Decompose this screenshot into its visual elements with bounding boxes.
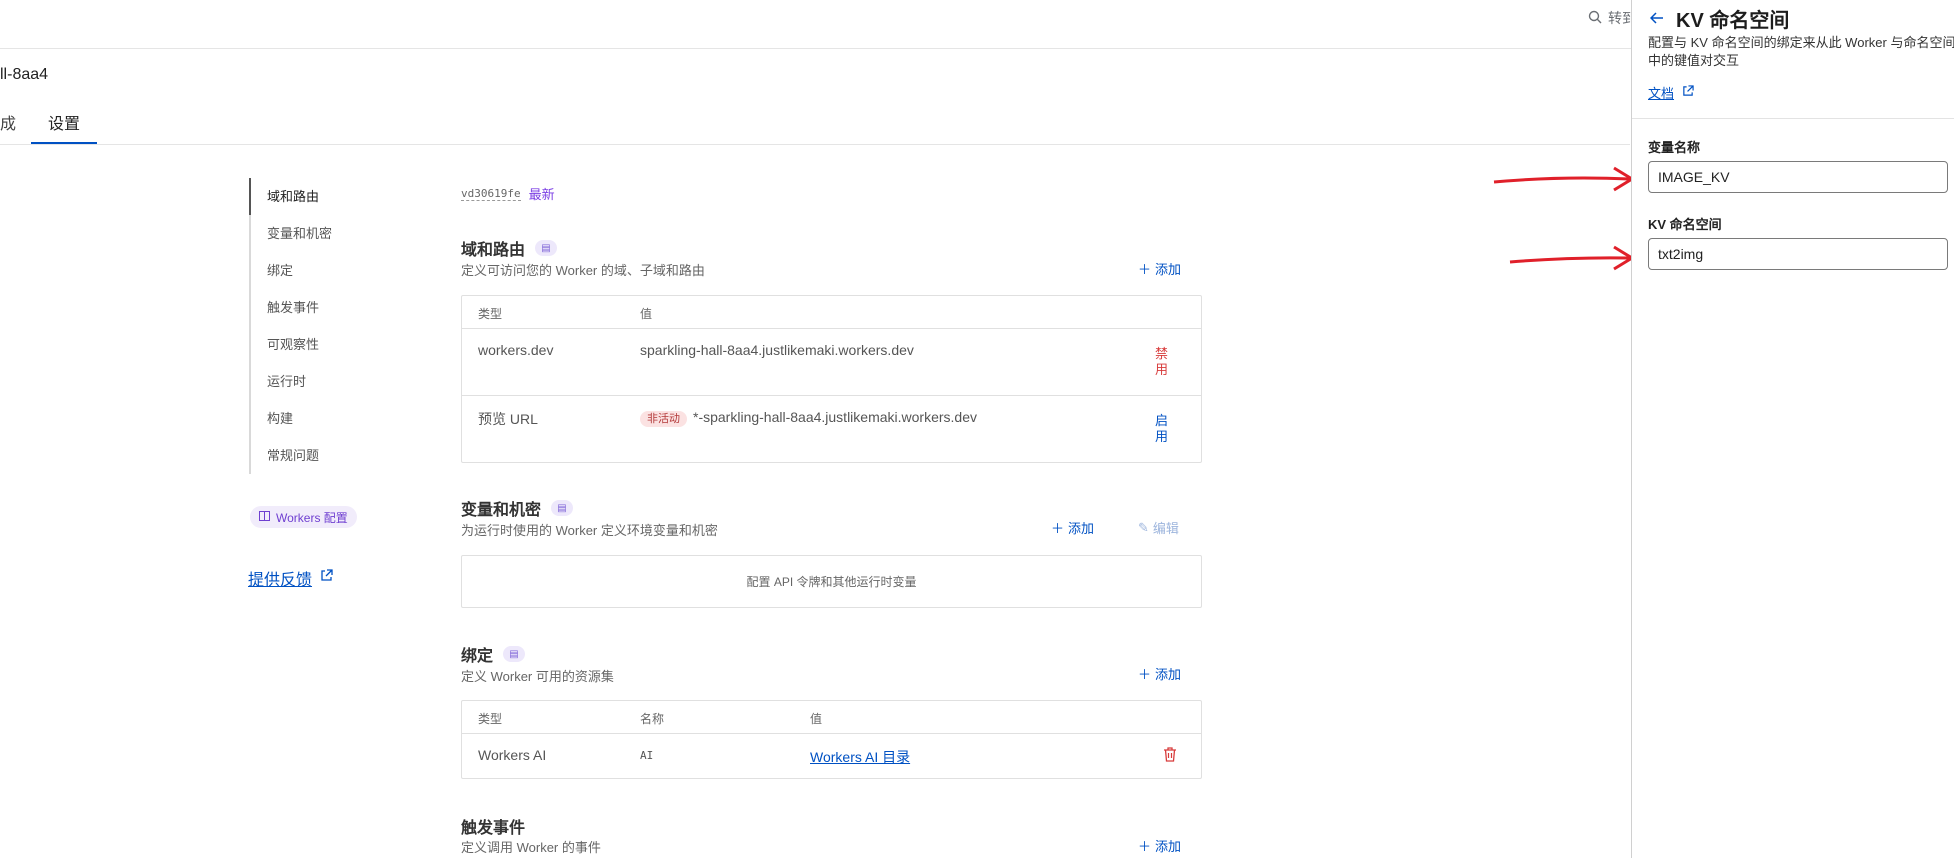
sidenav-active-indicator — [249, 178, 251, 215]
worker-name: ll-8aa4 — [0, 66, 49, 83]
sidenav-item-faq[interactable]: 常规问题 — [267, 437, 387, 474]
feedback-label: 提供反馈 — [248, 572, 313, 589]
row-value-wrap: 非活动 *-sparkling-hall-8aa4.justlikemaki.wo… — [640, 409, 977, 427]
domains-add-label: 添加 — [1155, 262, 1182, 277]
sidenav-item-bindings[interactable]: 绑定 — [267, 252, 387, 289]
trash-icon[interactable] — [1163, 747, 1177, 765]
workers-config-label: Workers 配置 — [276, 510, 348, 525]
disable-button[interactable]: 禁用 — [1155, 346, 1171, 378]
bindings-add-button[interactable]: ＋ 添加 — [1138, 664, 1181, 683]
triggers-add-label: 添加 — [1155, 839, 1182, 854]
settings-sidenav: 域和路由 变量和机密 绑定 触发事件 可观察性 运行时 构建 常规问题 — [249, 178, 387, 474]
table-header: 类型 值 — [462, 296, 1201, 329]
sidenav-item-variables[interactable]: 变量和机密 — [267, 215, 387, 252]
plus-icon: ＋ — [1138, 262, 1152, 277]
panel-docs-label: 文档 — [1648, 86, 1675, 101]
sidenav-item-runtime[interactable]: 运行时 — [267, 363, 387, 400]
kv-namespace-label: KV 命名空间 — [1648, 217, 1722, 232]
doc-icon — [259, 510, 270, 524]
sidenav-item-triggers[interactable]: 触发事件 — [267, 289, 387, 326]
table-row: workers.dev sparkling-hall-8aa4.justlike… — [462, 329, 1201, 396]
search-icon — [1588, 10, 1602, 27]
workers-config-link[interactable]: Workers 配置 — [250, 506, 357, 528]
enable-button[interactable]: 启用 — [1155, 413, 1171, 445]
external-link-icon — [320, 569, 333, 587]
col-value: 值 — [640, 307, 653, 321]
sidenav-item-observability[interactable]: 可观察性 — [267, 326, 387, 363]
table-header: 类型 名称 值 — [462, 701, 1201, 734]
feedback-link[interactable]: 提供反馈 — [248, 566, 333, 590]
domains-title-text: 域和路由 — [461, 242, 526, 259]
panel-title: KV 命名空间 — [1676, 10, 1790, 32]
domains-add-button[interactable]: ＋ 添加 — [1138, 259, 1181, 278]
triggers-add-button[interactable]: ＋ 添加 — [1138, 836, 1181, 855]
version-latest-badge: 最新 — [528, 187, 555, 202]
triggers-desc: 定义调用 Worker 的事件 — [461, 840, 601, 855]
kv-namespace-select[interactable]: txt2img — [1648, 238, 1948, 270]
tab-settings[interactable]: 设置 — [48, 110, 80, 134]
kv-namespace-panel — [1631, 0, 1954, 858]
col-value: 值 — [810, 712, 823, 726]
variable-name-input[interactable] — [1648, 161, 1948, 193]
external-link-icon — [1682, 85, 1694, 100]
row-type: 预览 URL — [478, 411, 538, 427]
divider — [1632, 118, 1954, 119]
arrow-annotation-icon — [1493, 166, 1635, 271]
triggers-title: 触发事件 — [461, 814, 525, 838]
variables-add-button[interactable]: ＋ 添加 — [1051, 518, 1094, 537]
panel-docs-link[interactable]: 文档 — [1648, 83, 1694, 102]
variables-title-text: 变量和机密 — [461, 502, 542, 519]
kv-namespace-value: txt2img — [1658, 246, 1704, 262]
panel-description: 配置与 KV 命名空间的绑定来从此 Worker 与命名空间中的键值对交互 — [1648, 35, 1954, 68]
variable-name-label: 变量名称 — [1648, 140, 1701, 155]
back-arrow-icon[interactable] — [1649, 11, 1664, 27]
domains-desc: 定义可访问您的 Worker 的域、子域和路由 — [461, 263, 705, 278]
variables-add-label: 添加 — [1068, 521, 1095, 536]
doc-icon[interactable]: ▤ — [551, 500, 574, 516]
domains-table: 类型 值 workers.dev sparkling-hall-8aa4.jus… — [461, 295, 1202, 463]
inactive-badge: 非活动 — [640, 411, 687, 427]
plus-icon: ＋ — [1138, 667, 1152, 682]
row-type: Workers AI — [478, 747, 547, 763]
row-value: *-sparkling-hall-8aa4.justlikemaki.worke… — [693, 409, 977, 425]
bindings-title: 绑定 ▤ — [461, 642, 526, 666]
sidenav-item-domains[interactable]: 域和路由 — [267, 178, 387, 215]
col-type: 类型 — [478, 307, 503, 321]
bindings-table: 类型 名称 值 Workers AI AI Workers AI 目录 — [461, 700, 1202, 779]
divider — [0, 144, 1630, 145]
row-name: AI — [640, 749, 654, 762]
triggers-title-text: 触发事件 — [461, 820, 526, 837]
row-type: workers.dev — [478, 342, 554, 358]
bindings-add-label: 添加 — [1155, 667, 1182, 682]
bindings-title-text: 绑定 — [461, 648, 494, 665]
row-value: sparkling-hall-8aa4.justlikemaki.workers… — [640, 342, 914, 358]
doc-icon[interactable]: ▤ — [503, 646, 526, 662]
col-name: 名称 — [640, 712, 665, 726]
tab-integrations[interactable]: 成 — [0, 110, 16, 134]
domains-title: 域和路由 ▤ — [461, 236, 558, 260]
variables-edit-label: 编辑 — [1152, 521, 1179, 536]
version-hash[interactable]: vd30619fe — [461, 187, 521, 201]
col-type: 类型 — [478, 712, 503, 726]
table-row: 预览 URL 非活动 *-sparkling-hall-8aa4.justlike… — [462, 396, 1201, 462]
plus-icon: ＋ — [1051, 521, 1065, 536]
tab-bar: 成 设置 — [0, 110, 200, 146]
plus-icon: ＋ — [1138, 839, 1152, 854]
variables-title: 变量和机密 ▤ — [461, 496, 574, 520]
bindings-desc: 定义 Worker 可用的资源集 — [461, 669, 614, 684]
variables-empty-state[interactable]: 配置 API 令牌和其他运行时变量 — [461, 555, 1202, 608]
table-row: Workers AI AI Workers AI 目录 — [462, 734, 1201, 778]
version-info: vd30619fe 最新 — [461, 184, 555, 203]
variables-edit-button[interactable]: ✎ 编辑 — [1138, 518, 1179, 537]
doc-icon[interactable]: ▤ — [535, 240, 558, 256]
panel-header: KV 命名空间 — [1649, 4, 1790, 33]
pencil-icon: ✎ — [1138, 519, 1149, 535]
variables-desc: 为运行时使用的 Worker 定义环境变量和机密 — [461, 523, 718, 538]
sidenav-item-build[interactable]: 构建 — [267, 400, 387, 437]
workers-ai-catalog-link[interactable]: Workers AI 目录 — [810, 747, 910, 767]
